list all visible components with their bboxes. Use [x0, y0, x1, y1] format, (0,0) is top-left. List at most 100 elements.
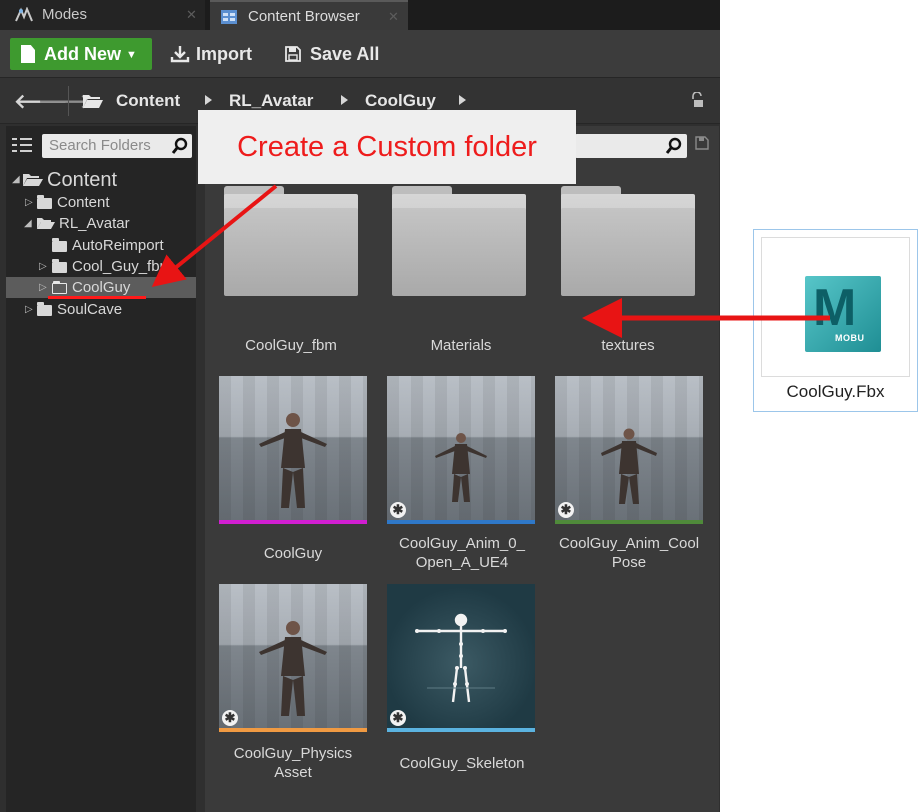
asset-tile-coolguy-anim-open[interactable]: ✱ — [387, 376, 535, 524]
save-all-label: Save All — [310, 44, 380, 64]
search-assets-input[interactable] — [575, 134, 687, 158]
folder-icon — [52, 281, 67, 294]
search-folders-placeholder: Search Folders — [49, 137, 151, 154]
tree-item-coolguy[interactable]: ▷ CoolGuy — [6, 277, 196, 298]
save-icon — [285, 46, 301, 62]
asset-tile-coolguy-anim-coolpose[interactable]: ✱ — [555, 376, 703, 524]
tree-item-soulcave[interactable]: ▷ SoulCave — [6, 299, 196, 320]
expand-arrow-icon[interactable]: ◢ — [24, 213, 32, 234]
folder-icon — [52, 238, 67, 252]
skeleton-badge-icon: ✱ — [390, 710, 406, 726]
asset-view-panel: CoolGuy_fbm Materials textures CoolGuy ✱… — [205, 126, 719, 812]
folder-label: CoolGuy_fbm — [245, 337, 337, 354]
skeleton-thumbnail — [387, 584, 535, 728]
open-folder-icon — [23, 174, 43, 186]
modes-icon — [15, 7, 33, 22]
search-icon — [665, 137, 682, 154]
collapsed-arrow-icon[interactable]: ▷ — [25, 192, 33, 213]
asset-type-bar — [555, 520, 703, 524]
lock-icon[interactable] — [690, 92, 704, 108]
asset-type-bar — [219, 728, 367, 732]
folder-icon — [37, 302, 52, 316]
file-name: CoolGuy.Fbx — [786, 382, 885, 401]
folder-icon — [37, 195, 52, 209]
search-folders-input[interactable]: Search Folders — [42, 134, 192, 158]
import-label: Import — [196, 44, 252, 64]
asset-tile-coolguy-skeleton[interactable]: ✱ — [387, 584, 535, 732]
tab-content-browser[interactable]: Content Browser ✕ — [210, 0, 408, 30]
folder-tile-materials[interactable] — [392, 186, 526, 296]
annotation-callout: Create a Custom folder — [198, 110, 576, 184]
asset-type-bar — [387, 728, 535, 732]
collapsed-arrow-icon[interactable]: ▷ — [39, 277, 47, 298]
tab-content-browser-label: Content Browser — [248, 8, 360, 25]
motionbuilder-logo-icon: M MOBU — [805, 276, 881, 352]
breadcrumb-coolguy[interactable]: CoolGuy — [365, 91, 436, 111]
folder-icon — [52, 259, 67, 273]
collapsed-arrow-icon[interactable]: ▷ — [39, 256, 47, 277]
tree-item-content-root[interactable]: ◢ Content — [6, 168, 196, 192]
tree-item-autoreimport[interactable]: AutoReimport — [6, 235, 196, 256]
tree-item-label: Cool_Guy_fbm — [72, 258, 173, 275]
folder-label: textures — [601, 337, 655, 354]
tree-item-label: Content — [57, 194, 110, 211]
breadcrumb-arrow-icon[interactable] — [459, 95, 466, 105]
physics-badge-icon: ✱ — [222, 710, 238, 726]
tree-view-icon[interactable] — [12, 137, 34, 153]
expand-arrow-icon[interactable]: ◢ — [12, 168, 20, 192]
add-new-label: Add New — [44, 44, 122, 64]
annotation-underline — [48, 296, 146, 299]
import-button[interactable]: Import — [168, 38, 252, 70]
tree-item-label: CoolGuy — [72, 279, 131, 296]
close-icon[interactable]: ✕ — [388, 2, 399, 32]
animation-badge-icon: ✱ — [558, 502, 574, 518]
add-new-button[interactable]: Add New ▼ — [10, 38, 152, 70]
character-thumbnail — [219, 376, 367, 520]
tree-item-rl-avatar[interactable]: ◢ RL_Avatar — [6, 213, 196, 234]
tab-bar: Modes ✕ Content Browser ✕ — [0, 0, 720, 30]
collapsed-arrow-icon[interactable]: ▷ — [25, 299, 33, 320]
asset-label: CoolGuy — [263, 545, 323, 562]
breadcrumb-content[interactable]: Content — [116, 91, 180, 111]
folder-label: Materials — [430, 337, 492, 354]
save-search-icon[interactable] — [695, 136, 709, 150]
close-icon[interactable]: ✕ — [186, 0, 197, 30]
tree-item-label: Content — [47, 169, 118, 191]
open-folder-icon — [83, 95, 103, 108]
asset-type-bar — [219, 520, 367, 524]
asset-label: CoolGuy_Physics Asset — [233, 745, 353, 781]
content-browser-icon — [221, 10, 237, 24]
fbx-file-icon[interactable]: M MOBU CoolGuy.Fbx — [753, 229, 918, 412]
asset-type-bar — [387, 520, 535, 524]
tree-item-label: RL_Avatar — [59, 215, 130, 232]
character-thumbnail — [555, 376, 703, 520]
folder-tile-textures[interactable] — [561, 186, 695, 296]
file-thumbnail: M MOBU — [761, 237, 910, 377]
breadcrumb-arrow-icon[interactable] — [205, 95, 212, 105]
asset-label: CoolGuy_Skeleton — [399, 755, 525, 772]
animation-badge-icon: ✱ — [390, 502, 406, 518]
new-file-icon — [21, 45, 35, 63]
asset-label: CoolGuy_Anim_0_ Open_A_UE4 — [399, 535, 525, 571]
character-thumbnail — [387, 376, 535, 520]
import-icon — [170, 46, 190, 63]
character-thumbnail — [219, 584, 367, 728]
asset-tile-coolguy[interactable] — [219, 376, 367, 524]
tree-item-cool-guy-fbm[interactable]: ▷ Cool_Guy_fbm — [6, 256, 196, 277]
save-all-button[interactable]: Save All — [282, 38, 379, 70]
open-folder-icon — [37, 218, 55, 229]
breadcrumb-arrow-icon[interactable] — [341, 95, 348, 105]
tree-item-label: SoulCave — [57, 301, 123, 318]
breadcrumb-rl-avatar[interactable]: RL_Avatar — [229, 91, 313, 111]
folder-tree-panel: Search Folders ◢ Content ▷ Content ◢ RL_… — [6, 126, 196, 812]
search-icon — [171, 137, 188, 154]
tree-item-content[interactable]: ▷ Content — [6, 192, 196, 213]
tab-modes-label: Modes — [42, 6, 88, 23]
asset-tile-coolguy-physics-asset[interactable]: ✱ — [219, 584, 367, 732]
divider — [68, 86, 69, 116]
tree-item-label: AutoReimport — [72, 237, 164, 254]
chevron-down-icon: ▼ — [126, 49, 137, 61]
tab-modes[interactable]: Modes ✕ — [0, 0, 205, 30]
folder-tile-coolguy-fbm[interactable] — [224, 186, 358, 296]
toolbar: Add New ▼ Import Save All — [0, 30, 720, 78]
